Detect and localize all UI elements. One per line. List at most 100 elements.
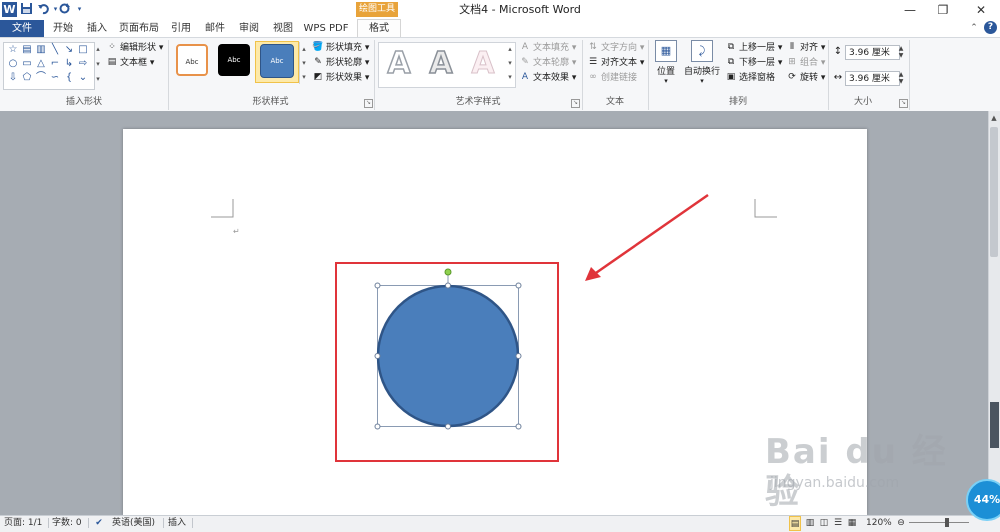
pentagon-shape-icon[interactable]: ⬠ bbox=[20, 72, 34, 84]
zoom-out-icon[interactable]: ⊖ bbox=[895, 516, 907, 531]
text-box-button[interactable]: ▤ 文本框 ▾ bbox=[106, 56, 155, 70]
outline-view-icon[interactable]: ☰ bbox=[832, 516, 844, 531]
tab-insert[interactable]: 插入 bbox=[84, 20, 110, 37]
wordart-style-light[interactable]: A bbox=[466, 46, 500, 82]
arrow-line-shape-icon[interactable]: ↘ bbox=[62, 44, 76, 56]
shape-height-input[interactable]: 3.96 厘米 bbox=[845, 45, 900, 60]
scroll-up-icon[interactable]: ▲ bbox=[989, 113, 999, 123]
tab-home[interactable]: 开始 bbox=[50, 20, 76, 37]
restore-button[interactable]: ❐ bbox=[928, 0, 958, 20]
zoom-slider-track[interactable] bbox=[909, 522, 969, 523]
text-direction-button[interactable]: ⇅ 文字方向 ▾ bbox=[587, 41, 644, 55]
collapse-ribbon-icon[interactable]: ⌃ bbox=[968, 22, 980, 34]
elbow-connector-shape-icon[interactable]: ⌐ bbox=[48, 58, 62, 70]
group-button[interactable]: ⊞ 组合 ▾ bbox=[786, 56, 825, 70]
textbox-shape-icon[interactable]: ▤ bbox=[20, 44, 34, 56]
shape-gallery[interactable]: ☆ ▤ ▥ ╲ ↘ □ ○ ▭ △ ⌐ ↳ ⇨ ⇩ ⬠ ⌒ ∽ { ⌄ bbox=[3, 42, 95, 90]
tab-view[interactable]: 视图 bbox=[270, 20, 296, 37]
align-text-button[interactable]: ☰ 对齐文本 ▾ bbox=[587, 56, 644, 70]
resize-handle-bottom-left[interactable] bbox=[374, 423, 381, 430]
rotate-button[interactable]: ⟳ 旋转 ▾ bbox=[786, 71, 825, 85]
text-fill-button[interactable]: A 文本填充 ▾ bbox=[519, 41, 577, 55]
wordart-style-outline[interactable]: A bbox=[382, 45, 416, 82]
curve-shape-icon[interactable]: ∽ bbox=[48, 72, 62, 84]
resize-handle-top-left[interactable] bbox=[374, 282, 381, 289]
shape-style-orange-outline[interactable]: Abc bbox=[176, 44, 208, 76]
web-layout-icon[interactable]: ◫ bbox=[818, 516, 830, 531]
proofing-icon[interactable]: ✔ bbox=[92, 516, 106, 531]
language-indicator[interactable]: 英语(美国) bbox=[112, 516, 155, 531]
help-icon[interactable]: ? bbox=[984, 21, 997, 34]
rotation-handle[interactable] bbox=[444, 268, 452, 276]
insert-mode-indicator[interactable]: 插入 bbox=[168, 516, 186, 531]
right-arrow-shape-icon[interactable]: ⇨ bbox=[76, 58, 90, 70]
tab-mailings[interactable]: 邮件 bbox=[202, 20, 228, 37]
customize-quick-access-icon[interactable]: ▾ bbox=[72, 2, 87, 17]
redo-icon[interactable] bbox=[57, 2, 72, 17]
resize-handle-top[interactable] bbox=[445, 282, 451, 289]
resize-handle-top-right[interactable] bbox=[515, 282, 522, 289]
tab-format[interactable]: 格式 bbox=[357, 19, 401, 37]
zoom-level[interactable]: 120% bbox=[866, 516, 892, 531]
text-outline-button[interactable]: ✎ 文本轮廓 ▾ bbox=[519, 56, 576, 70]
resize-handle-bottom-right[interactable] bbox=[515, 423, 522, 430]
width-spinner[interactable]: ▲ ▼ bbox=[896, 71, 906, 86]
selection-pane-button[interactable]: ▣ 选择窗格 bbox=[725, 71, 775, 85]
rounded-rect-shape-icon[interactable]: ▭ bbox=[20, 58, 34, 70]
tab-wps-pdf[interactable]: WPS PDF bbox=[302, 20, 350, 37]
shape-effects-button[interactable]: ◩ 形状效果 ▾ bbox=[312, 71, 370, 85]
tab-file[interactable]: 文件 bbox=[0, 20, 44, 37]
minimize-button[interactable]: — bbox=[895, 0, 925, 20]
brace-shape-icon[interactable]: { bbox=[62, 72, 76, 84]
shape-styles-launcher-icon[interactable]: ↘ bbox=[364, 99, 373, 108]
star-shape-icon[interactable]: ☆ bbox=[6, 44, 20, 56]
speed-badge[interactable]: 44% bbox=[966, 479, 1000, 521]
word-app-icon[interactable]: W bbox=[2, 2, 17, 17]
create-link-button[interactable]: ∞ 创建链接 bbox=[587, 71, 637, 85]
down-arrow-shape-icon[interactable]: ⇩ bbox=[6, 72, 20, 84]
shape-style-black-fill[interactable]: Abc bbox=[218, 44, 250, 76]
edit-shape-button[interactable]: ⁘ 编辑形状 ▾ bbox=[106, 41, 163, 55]
resize-handle-left[interactable] bbox=[374, 353, 381, 359]
wordart-style-gray[interactable]: A bbox=[424, 45, 458, 82]
shape-fill-button[interactable]: 🪣 形状填充 ▾ bbox=[312, 41, 369, 55]
size-launcher-icon[interactable]: ↘ bbox=[899, 99, 908, 108]
side-widget[interactable] bbox=[990, 402, 999, 448]
draft-view-icon[interactable]: ▦ bbox=[846, 516, 858, 531]
shape-style-blue-fill[interactable]: Abc bbox=[260, 44, 294, 78]
circle-shape[interactable] bbox=[376, 284, 520, 428]
resize-handle-right[interactable] bbox=[515, 353, 522, 359]
shape-gallery-scroll[interactable]: ▴ ▾ ▾ bbox=[94, 42, 102, 88]
position-button[interactable]: ▦ 位置 ▾ bbox=[652, 40, 680, 85]
bring-forward-button[interactable]: ⧉ 上移一层 ▾ bbox=[725, 41, 783, 55]
page-count[interactable]: 页面: 1/1 bbox=[4, 516, 42, 531]
height-spinner[interactable]: ▲ ▼ bbox=[896, 45, 906, 60]
shape-width-input[interactable]: 3.96 厘米 bbox=[845, 71, 900, 86]
line-shape-icon[interactable]: ╲ bbox=[48, 44, 62, 56]
tab-page-layout[interactable]: 页面布局 bbox=[118, 20, 160, 37]
wordart-gallery-scroll[interactable]: ▴ ▾ ▾ bbox=[506, 42, 514, 86]
word-count[interactable]: 字数: 0 bbox=[52, 516, 82, 531]
full-screen-reading-icon[interactable]: ▥ bbox=[804, 516, 816, 531]
wordart-launcher-icon[interactable]: ↘ bbox=[571, 99, 580, 108]
text-effects-button[interactable]: A 文本效果 ▾ bbox=[519, 71, 577, 85]
print-layout-view-icon[interactable]: ▤ bbox=[789, 516, 801, 531]
tab-review[interactable]: 审阅 bbox=[236, 20, 262, 37]
freeform-shape-icon[interactable]: ⌒ bbox=[34, 72, 48, 84]
scrollbar-thumb[interactable] bbox=[990, 127, 998, 257]
zoom-slider-thumb[interactable] bbox=[945, 518, 949, 527]
tab-references[interactable]: 引用 bbox=[168, 20, 194, 37]
triangle-shape-icon[interactable]: △ bbox=[34, 58, 48, 70]
rectangle-shape-icon[interactable]: □ bbox=[76, 44, 90, 56]
align-button[interactable]: ⫴ 对齐 ▾ bbox=[786, 41, 825, 55]
send-backward-button[interactable]: ⧉ 下移一层 ▾ bbox=[725, 56, 783, 70]
close-button[interactable]: ✕ bbox=[966, 0, 996, 20]
wrap-text-button[interactable]: ⤸ 自动换行 ▾ bbox=[682, 40, 722, 85]
vertical-textbox-shape-icon[interactable]: ▥ bbox=[34, 44, 48, 56]
elbow-arrow-shape-icon[interactable]: ↳ bbox=[62, 58, 76, 70]
shape-outline-button[interactable]: ✎ 形状轮廓 ▾ bbox=[312, 56, 369, 70]
resize-handle-bottom[interactable] bbox=[445, 423, 451, 430]
save-icon[interactable] bbox=[19, 2, 34, 17]
shape-style-gallery-scroll[interactable]: ▴ ▾ ▾ bbox=[299, 42, 308, 84]
oval-shape-icon[interactable]: ○ bbox=[6, 58, 20, 70]
